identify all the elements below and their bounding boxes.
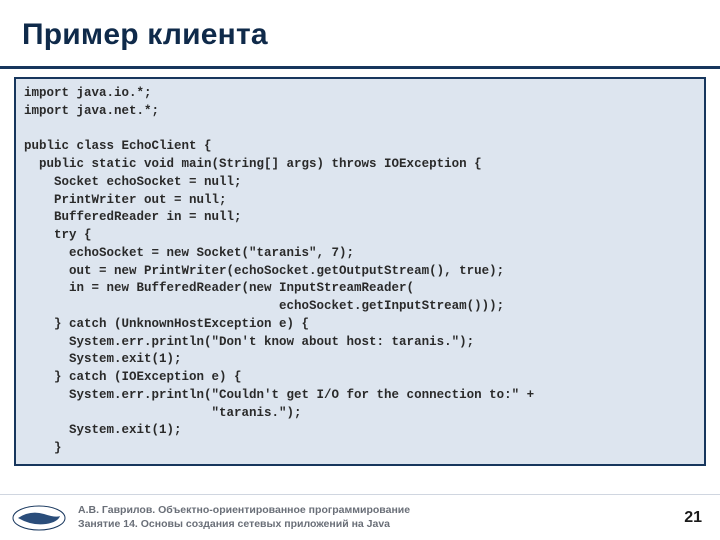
footer-line-2: Занятие 14. Основы создания сетевых прил… <box>78 518 672 532</box>
title-underline <box>0 66 720 69</box>
footer-line-1: А.В. Гаврилов. Объектно-ориентированное … <box>78 504 672 518</box>
code-block: import java.io.*; import java.net.*; pub… <box>14 77 706 466</box>
title-area: Пример клиента <box>0 0 720 58</box>
footer: А.В. Гаврилов. Объектно-ориентированное … <box>0 494 720 540</box>
footer-text: А.В. Гаврилов. Объектно-ориентированное … <box>78 504 672 531</box>
slide-title: Пример клиента <box>22 18 698 52</box>
code-content: import java.io.*; import java.net.*; pub… <box>24 85 696 458</box>
logo-icon <box>10 502 68 534</box>
page-number: 21 <box>684 509 702 527</box>
